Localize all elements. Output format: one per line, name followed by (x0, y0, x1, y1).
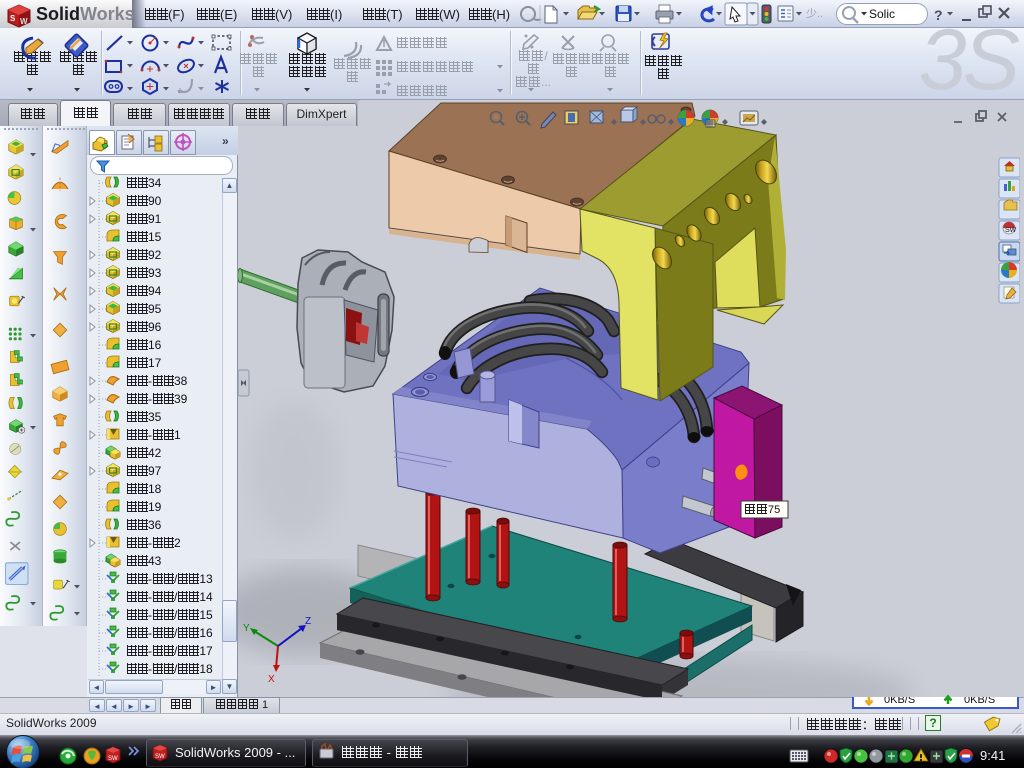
svg-text:X: X (268, 674, 275, 685)
svg-text:SW: SW (1005, 227, 1017, 234)
svg-text:Z: Z (305, 616, 311, 627)
svg-text:Y: Y (243, 623, 250, 634)
